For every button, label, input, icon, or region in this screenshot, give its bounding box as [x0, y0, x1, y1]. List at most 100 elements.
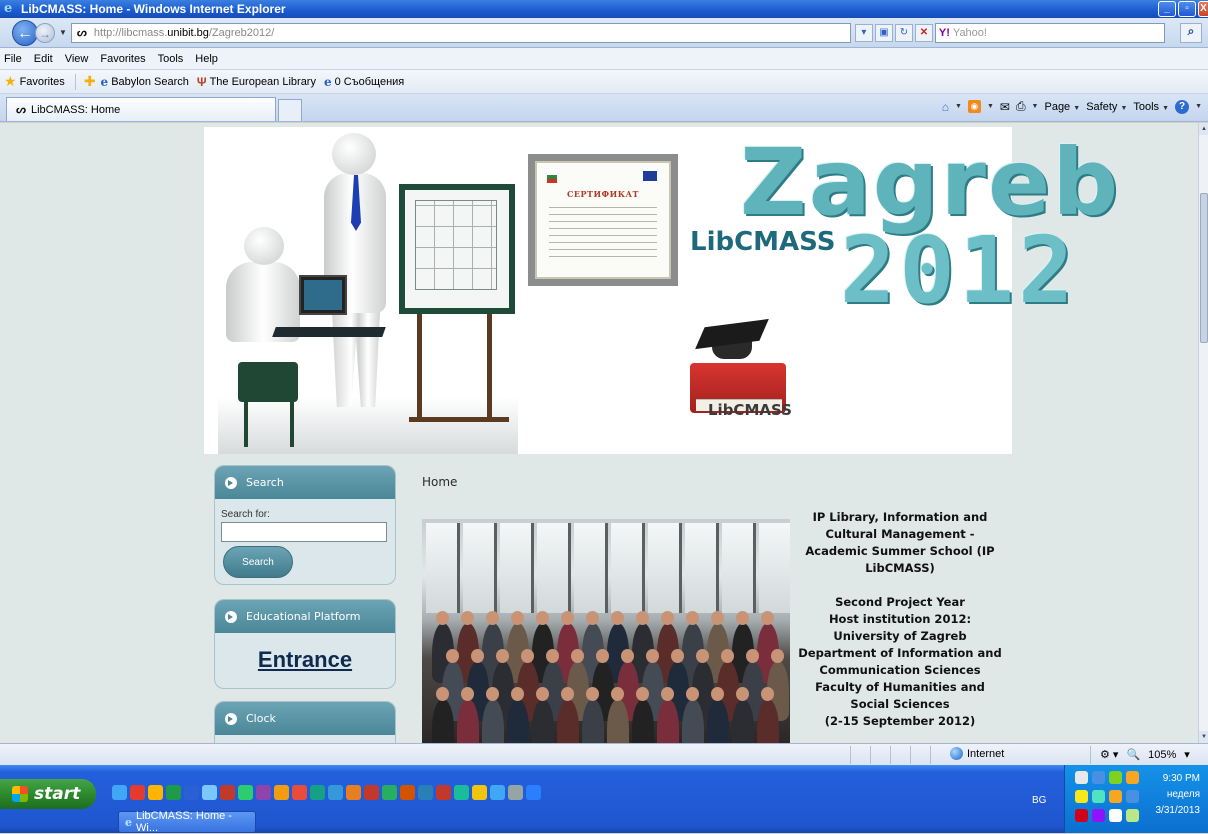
- tray-icon[interactable]: [1126, 771, 1139, 784]
- tray-icon[interactable]: [1075, 771, 1088, 784]
- scroll-thumb[interactable]: [1200, 193, 1208, 343]
- safety-menu[interactable]: Safety ▼: [1086, 101, 1127, 113]
- tray-icon[interactable]: [1126, 790, 1139, 803]
- entrance-link[interactable]: Entrance: [215, 647, 395, 673]
- quick-launch-icon[interactable]: [112, 785, 127, 800]
- tray-icon[interactable]: [1109, 771, 1122, 784]
- quick-launch-icon[interactable]: [202, 785, 217, 800]
- quick-launch-icon[interactable]: [184, 785, 199, 800]
- photo-face: [496, 649, 509, 663]
- scroll-down-icon[interactable]: ▼: [1199, 731, 1208, 743]
- banner-wordmark: LibCMASS: [690, 227, 836, 257]
- tab-libcmass-home[interactable]: ᔕ LibCMASS: Home: [6, 97, 276, 121]
- maximize-button[interactable]: ▫: [1178, 1, 1196, 17]
- quick-launch-icon[interactable]: [220, 785, 235, 800]
- photo-face: [611, 611, 624, 625]
- start-button[interactable]: start: [0, 779, 96, 809]
- favorites-star-icon[interactable]: ★: [4, 73, 17, 90]
- menu-tools[interactable]: Tools: [158, 53, 184, 65]
- scroll-up-icon[interactable]: ▲: [1199, 123, 1208, 135]
- quick-launch-icon[interactable]: [166, 785, 181, 800]
- quick-launch-icon[interactable]: [400, 785, 415, 800]
- fav-babylon[interactable]: e Babylon Search: [101, 75, 189, 89]
- quick-launch-icon[interactable]: [418, 785, 433, 800]
- compatibility-icon[interactable]: ▣: [874, 23, 893, 42]
- search-go-icon[interactable]: ⌕: [1180, 23, 1202, 43]
- vertical-scrollbar[interactable]: ▲ ▼: [1198, 123, 1208, 743]
- history-dropdown-icon[interactable]: ▼: [59, 28, 67, 37]
- quick-launch-icon[interactable]: [256, 785, 271, 800]
- page-menu[interactable]: Page ▼: [1044, 101, 1080, 113]
- tools-menu[interactable]: Tools ▼: [1133, 101, 1169, 113]
- quick-launch-icon[interactable]: [274, 785, 289, 800]
- quick-launch-icon[interactable]: [382, 785, 397, 800]
- fav-european-library[interactable]: Ψ The European Library: [197, 75, 316, 89]
- photo-face: [446, 649, 459, 663]
- quick-launch-icon[interactable]: [148, 785, 163, 800]
- photo-face: [736, 611, 749, 625]
- site-search-input[interactable]: [221, 522, 387, 542]
- feeds-icon[interactable]: ◉: [967, 100, 981, 113]
- tray-icon[interactable]: [1092, 809, 1105, 822]
- tray-icon[interactable]: [1092, 771, 1105, 784]
- quick-launch-icon[interactable]: [346, 785, 361, 800]
- zoom-dropdown-icon[interactable]: ▾: [1184, 748, 1190, 761]
- url-input[interactable]: ᔕ http://libcmass.unibit.bg/Zagreb2012/: [70, 22, 851, 43]
- status-cell: [850, 746, 851, 764]
- stop-icon[interactable]: ✕: [914, 23, 933, 42]
- menu-view[interactable]: View: [65, 53, 89, 65]
- menu-favorites[interactable]: Favorites: [100, 53, 145, 65]
- taskbar-item-ie[interactable]: e LibCMASS: Home - Wi...: [118, 810, 256, 834]
- menu-edit[interactable]: Edit: [34, 53, 53, 65]
- quick-launch-icon[interactable]: [310, 785, 325, 800]
- protected-mode-icon[interactable]: ⚙ ▾: [1100, 748, 1118, 761]
- help-icon[interactable]: ?: [1175, 99, 1190, 114]
- quick-launch-icon[interactable]: [436, 785, 451, 800]
- url-dropdown-icon[interactable]: ▾: [854, 23, 873, 42]
- help-dropdown-icon[interactable]: ▼: [1195, 103, 1202, 110]
- quick-launch-icon[interactable]: [238, 785, 253, 800]
- window-titlebar[interactable]: e LibCMASS: Home - Windows Internet Expl…: [0, 0, 1208, 18]
- add-favorite-icon[interactable]: ✚: [84, 73, 96, 90]
- search-provider-input[interactable]: Y! Yahoo!: [934, 22, 1165, 43]
- fav-messages[interactable]: e 0 Съобщения: [324, 75, 404, 89]
- minimize-button[interactable]: _: [1158, 1, 1176, 17]
- print-icon[interactable]: ⎙: [1016, 99, 1026, 114]
- quick-launch-icon[interactable]: [328, 785, 343, 800]
- quick-launch-icon[interactable]: [454, 785, 469, 800]
- menu-file[interactable]: File: [4, 53, 22, 65]
- security-zone[interactable]: Internet: [950, 747, 1004, 760]
- tray-icon[interactable]: [1092, 790, 1105, 803]
- close-button[interactable]: X: [1198, 1, 1208, 17]
- forward-button[interactable]: →: [35, 22, 55, 43]
- photo-face: [571, 649, 584, 663]
- language-indicator[interactable]: BG: [1032, 795, 1046, 806]
- tray-icon[interactable]: [1109, 790, 1122, 803]
- print-dropdown-icon[interactable]: ▼: [1032, 103, 1039, 110]
- refresh-icon[interactable]: ↻: [894, 23, 913, 42]
- feeds-dropdown-icon[interactable]: ▼: [987, 103, 994, 110]
- zoom-control[interactable]: ⚙ ▾ 🔍 105% ▾: [1100, 748, 1190, 762]
- menu-help[interactable]: Help: [195, 53, 218, 65]
- new-tab-button[interactable]: [278, 99, 302, 121]
- url-text: http://libcmass.unibit.bg/Zagreb2012/: [93, 26, 275, 39]
- home-icon[interactable]: ⌂: [942, 100, 949, 114]
- home-dropdown-icon[interactable]: ▼: [955, 103, 962, 110]
- quick-launch-icon[interactable]: [526, 785, 541, 800]
- ie-icon: e: [4, 1, 13, 16]
- quick-launch-icon[interactable]: [364, 785, 379, 800]
- tray-icon[interactable]: [1075, 790, 1088, 803]
- tray-icon[interactable]: [1109, 809, 1122, 822]
- tray-icon[interactable]: [1126, 809, 1139, 822]
- quick-launch-icon[interactable]: [130, 785, 145, 800]
- quick-launch-icon[interactable]: [508, 785, 523, 800]
- quick-launch-icon[interactable]: [490, 785, 505, 800]
- quick-launch-icon[interactable]: [292, 785, 307, 800]
- favorites-button[interactable]: Favorites: [20, 76, 65, 88]
- tray-icon[interactable]: [1075, 809, 1088, 822]
- photo-face: [721, 649, 734, 663]
- read-mail-icon[interactable]: ✉: [1000, 100, 1010, 114]
- tray-clock[interactable]: 9:30 PM неделя 3/31/2013: [1156, 771, 1201, 819]
- quick-launch-icon[interactable]: [472, 785, 487, 800]
- search-button[interactable]: Search: [223, 546, 293, 578]
